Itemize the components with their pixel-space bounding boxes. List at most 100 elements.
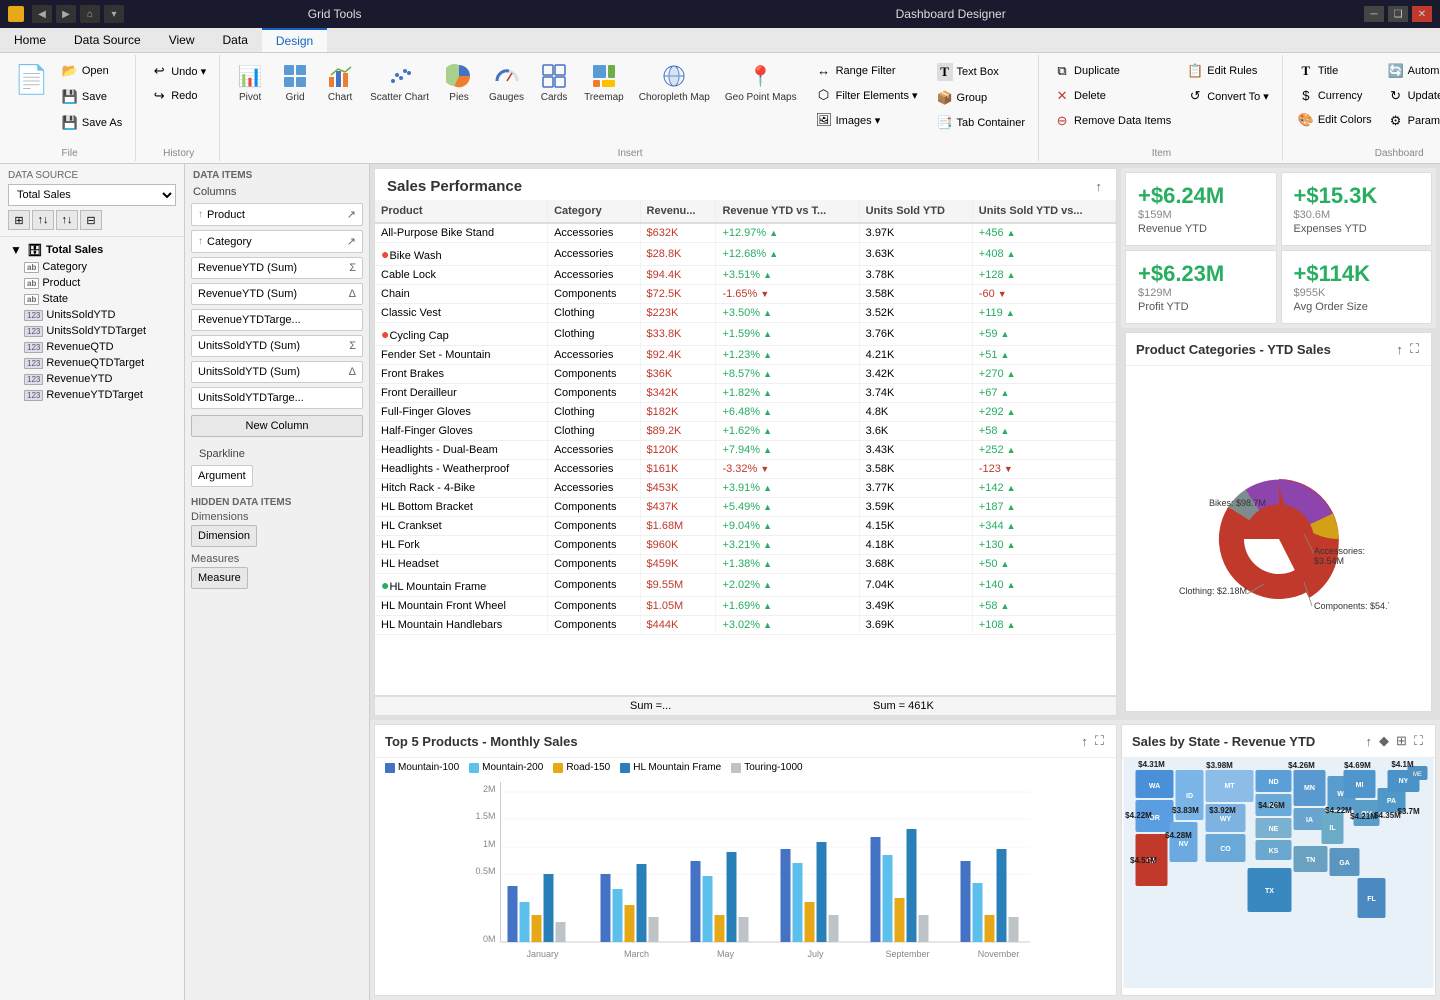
tab-container-btn[interactable]: 📑 Tab Container [930,111,1033,135]
tab-datasource[interactable]: Data Source [60,28,155,52]
col-category[interactable]: ↑ Category ↗ [191,230,363,253]
tree-item-revenueytd[interactable]: 123 RevenueYTD [4,371,180,387]
parameters-btn[interactable]: ⚙ Parameters [1381,109,1440,133]
tab-home[interactable]: Home [0,28,60,52]
sort-icon-category: ↑ [198,236,203,247]
tree-db-icon: 🗄 [27,243,43,257]
content-panels: Data Source Total Sales ⊞ ↑↓ ↑↓ ⊟ ▼ 🗄 To… [0,164,1440,1000]
col-unitsytdtarget[interactable]: UnitsSoldYTDTarge... [191,387,363,409]
tree-item-revenueqtd[interactable]: 123 RevenueQTD [4,339,180,355]
ds-tool4[interactable]: ⊟ [80,210,102,230]
choropleth-btn[interactable]: Choropleth Map [632,57,717,109]
col-unitsytd1[interactable]: UnitsSoldYTD (Sum) Σ [191,335,363,357]
ds-select[interactable]: Total Sales [8,184,176,206]
col-revytdtarget[interactable]: RevenueYTDTarge... [191,309,363,331]
delete-btn[interactable]: ✕ Delete [1047,84,1178,108]
map-diamond-btn[interactable]: ◆ [1377,731,1391,751]
bottom-row: Top 5 Products - Monthly Sales ↑ ⛶ Mount… [370,720,1440,1000]
home-btn[interactable]: ⌂ [80,5,100,23]
currency-btn[interactable]: $ Currency [1291,84,1379,107]
chart-btn[interactable]: Chart [318,57,362,109]
argument-btn[interactable]: Argument [191,465,253,487]
save-btn[interactable]: 💾 Save [55,85,129,109]
ds-tool3[interactable]: ↑↓ [56,210,78,230]
bar-export-btn[interactable]: ↑ [1079,731,1090,751]
tree-item-state[interactable]: ab State [4,291,180,307]
tree-item-unitsoldytd[interactable]: 123 UnitsSoldYTD [4,307,180,323]
gauges-btn[interactable]: Gauges [482,57,531,109]
edit-rules-btn[interactable]: 📋 Edit Rules [1180,59,1276,83]
geopoint-btn[interactable]: 📍 Geo Point Maps [718,57,804,109]
group-insert: 📊 Pivot Grid [222,55,1039,161]
map-expand-btn[interactable]: ⛶ [1412,731,1425,751]
td-revpct: +9.04% ▲ [716,517,859,536]
col-unitsytd2[interactable]: UnitsSoldYTD (Sum) Δ [191,361,363,383]
cards-btn[interactable]: Cards [532,57,576,109]
ribbon: Home Data Source View Data Design 📄 📂 Op… [0,28,1440,164]
filter-elements-btn[interactable]: ⬡ Filter Elements ▾ [809,83,925,107]
update-btn[interactable]: ↻ Update [1381,84,1440,108]
tab-design[interactable]: Design [262,28,327,52]
tree-item-unitsoldtarget[interactable]: 123 UnitsSoldYTDTarget [4,323,180,339]
map-filter-btn[interactable]: ⊞ [1394,731,1409,751]
new-column-btn[interactable]: New Column [191,415,363,437]
new-btn[interactable]: 📄 [10,59,53,100]
open-btn[interactable]: 📂 Open [55,59,129,83]
menu-btn[interactable]: ▾ [104,5,124,23]
tab-view[interactable]: View [155,28,209,52]
col-product[interactable]: ↑ Product ↗ [191,203,363,226]
redo-btn[interactable]: ↪ Redo [144,84,213,108]
scatter-btn[interactable]: Scatter Chart [363,57,436,109]
range-filter-btn[interactable]: ↔ Range Filter [809,59,925,82]
remove-data-btn[interactable]: ⊖ Remove Data Items [1047,109,1178,133]
ds-tool1[interactable]: ⊞ [8,210,30,230]
textbox-btn[interactable]: T Text Box [930,59,1033,85]
treemap-btn[interactable]: Treemap [577,57,631,109]
tree-item-category[interactable]: ab Category [4,259,180,275]
table-wrapper[interactable]: Product Category Revenu... Revenue YTD v… [375,200,1116,695]
kpi-sub-order: $955K [1294,287,1420,299]
svg-text:MT: MT [1224,783,1235,790]
auto-updates-btn[interactable]: 🔄 Automatic Updates [1381,59,1440,83]
map-export-btn[interactable]: ↑ [1363,731,1374,751]
td-category: Accessories [548,223,640,243]
minimize-btn[interactable]: ─ [1364,6,1384,22]
undo-btn[interactable]: ↩ Undo ▾ [144,59,213,83]
convert-to-btn[interactable]: ↺ Convert To ▾ [1180,84,1276,108]
trend-up-icon: ▲ [763,407,772,417]
tree-item-revenueqtdtarget[interactable]: 123 RevenueQTDTarget [4,355,180,371]
trend-up-icon: ▲ [763,388,772,398]
ds-tool2[interactable]: ↑↓ [32,210,54,230]
tree-label-unitsoldytd: UnitsSoldYTD [46,309,115,321]
group-insert-btn[interactable]: 📦 Group [930,86,1033,110]
col-revytd1[interactable]: RevenueYTD (Sum) Σ [191,257,363,279]
donut-export-btn[interactable]: ↑ [1394,339,1405,359]
table-export-btn[interactable]: ↑ [1094,177,1105,196]
title-btn[interactable]: T Title [1291,59,1379,83]
donut-expand-btn[interactable]: ⛶ [1408,339,1421,359]
td-revenue: $960K [640,536,716,555]
svg-text:Components: $54.7M: Components: $54.7M [1314,601,1389,611]
bar-expand-btn[interactable]: ⛶ [1093,731,1106,751]
tree-label-unitsoldtarget: UnitsSoldYTDTarget [46,325,146,337]
col-revytd2[interactable]: RevenueYTD (Sum) Δ [191,283,363,305]
trend-up-icon: ▲ [763,270,772,280]
tree-root[interactable]: ▼ 🗄 Total Sales [4,241,180,259]
duplicate-btn[interactable]: ⧉ Duplicate [1047,59,1178,83]
forward-btn[interactable]: ▶ [56,5,76,23]
grid-btn[interactable]: Grid [273,57,317,109]
edit-colors-btn[interactable]: 🎨 Edit Colors [1291,108,1379,132]
dimension-btn[interactable]: Dimension [191,525,257,547]
measure-btn[interactable]: Measure [191,567,248,589]
back-btn[interactable]: ◀ [32,5,52,23]
trend-up-icon: ▲ [1007,483,1016,493]
tree-item-revenueytdtarget[interactable]: 123 RevenueYTDTarget [4,387,180,403]
tree-item-product[interactable]: ab Product [4,275,180,291]
saveas-btn[interactable]: 💾 Save As [55,111,129,135]
tab-data[interactable]: Data [209,28,262,52]
images-btn[interactable]: 🖼 Images ▾ [809,108,925,132]
pivot-btn[interactable]: 📊 Pivot [228,57,272,109]
restore-btn[interactable]: ❑ [1388,6,1408,22]
pies-btn[interactable]: Pies [437,57,481,109]
close-btn[interactable]: ✕ [1412,6,1432,22]
